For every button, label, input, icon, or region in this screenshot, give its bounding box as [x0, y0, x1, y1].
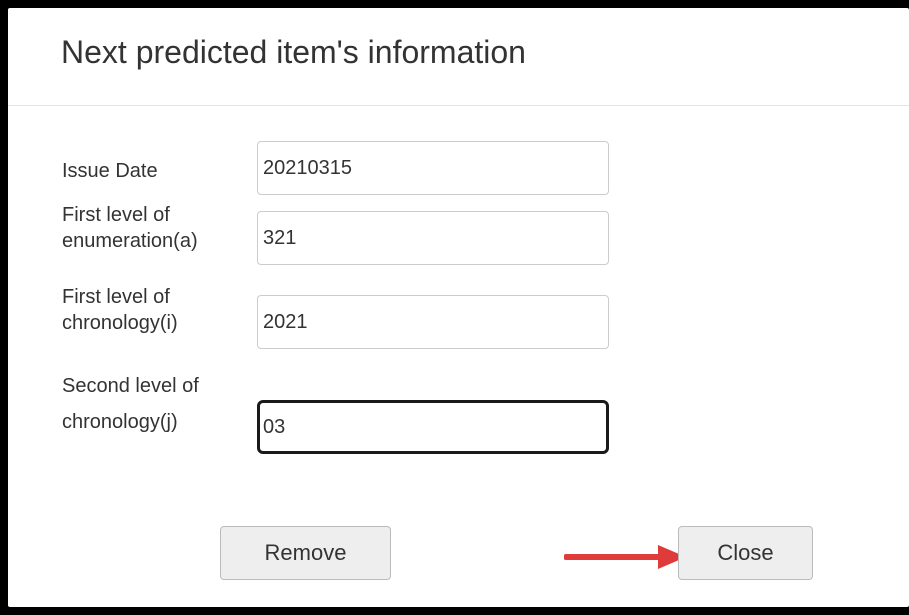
predicted-item-dialog: Next predicted item's information Issue …	[8, 8, 909, 607]
chronology-i-input[interactable]	[257, 295, 609, 349]
chronology-j-input[interactable]	[257, 400, 609, 454]
dialog-header: Next predicted item's information	[8, 8, 909, 106]
right-arrow-icon	[564, 545, 686, 569]
chronology-i-label: First level of chronology(i)	[62, 286, 178, 334]
remove-button[interactable]: Remove	[220, 526, 391, 580]
enumeration-a-input[interactable]	[257, 211, 609, 265]
enumeration-a-label: First level of enumeration(a)	[62, 204, 198, 252]
chronology-j-label: Second level of chronology(j)	[62, 375, 199, 433]
issue-date-input[interactable]	[257, 141, 609, 195]
dialog-title: Next predicted item's information	[61, 34, 526, 70]
close-button[interactable]: Close	[678, 526, 813, 580]
issue-date-label: Issue Date	[62, 160, 158, 182]
